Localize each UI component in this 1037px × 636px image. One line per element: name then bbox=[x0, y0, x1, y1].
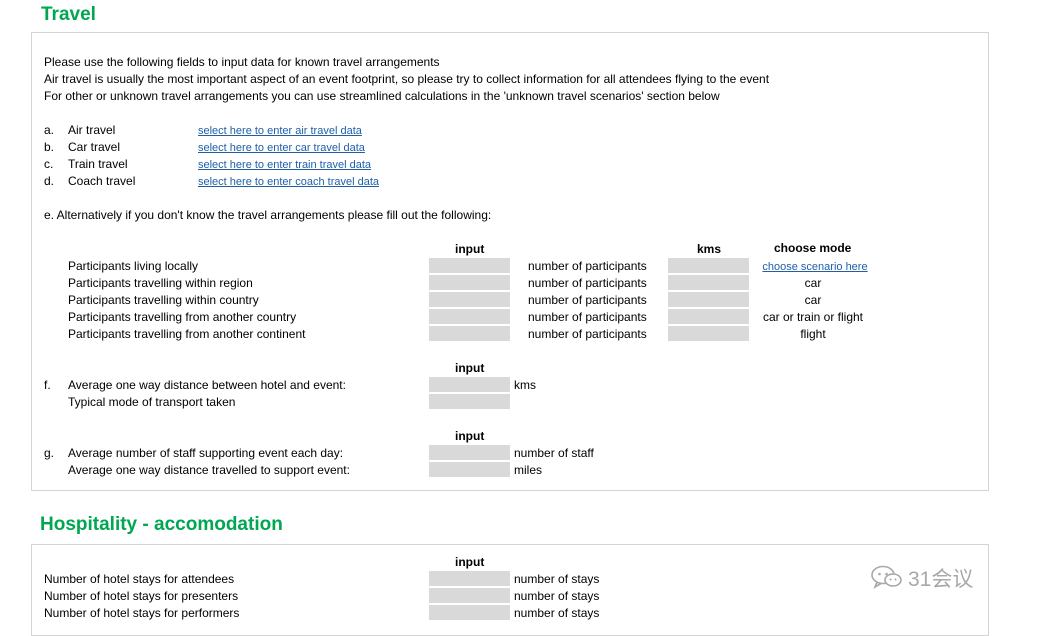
hotel-stays-performers-label: Number of hotel stays for performers bbox=[44, 606, 240, 620]
hotel-stays-performers-unit: number of stays bbox=[514, 606, 600, 620]
participants-other-continent-unit: number of participants bbox=[528, 327, 647, 341]
staff-distance-label: Average one way distance travelled to su… bbox=[68, 463, 350, 477]
hotel-stays-presenters-input[interactable] bbox=[429, 588, 510, 603]
participants-local-label: Participants living locally bbox=[68, 259, 199, 273]
choose-scenario-link[interactable]: choose scenario here bbox=[750, 259, 880, 275]
f-letter: f. bbox=[44, 378, 51, 392]
intro-line-2: Air travel is usually the most important… bbox=[44, 72, 770, 86]
coach-travel-link[interactable]: select here to enter coach travel data bbox=[198, 174, 379, 190]
hotel-distance-unit: kms bbox=[514, 378, 536, 392]
f-input-header: input bbox=[455, 361, 485, 375]
intro-line-3: For other or unknown travel arrangements… bbox=[44, 89, 720, 103]
participants-other-country-input[interactable] bbox=[429, 309, 510, 324]
participants-country-input[interactable] bbox=[429, 292, 510, 307]
hospitality-input-header: input bbox=[455, 555, 485, 569]
participants-other-continent-label: Participants travelling from another con… bbox=[68, 327, 306, 341]
known-label-coach: Coach travel bbox=[68, 174, 136, 188]
participants-local-kms[interactable] bbox=[668, 258, 749, 273]
watermark: 31会议 bbox=[870, 564, 973, 597]
known-letter-coach: d. bbox=[44, 174, 55, 188]
participants-other-country-label: Participants travelling from another cou… bbox=[68, 310, 297, 324]
hotel-stays-attendees-label: Number of hotel stays for attendees bbox=[44, 572, 235, 586]
known-label-air: Air travel bbox=[68, 123, 116, 137]
known-label-train: Train travel bbox=[68, 157, 128, 171]
watermark-text: 31会议 bbox=[908, 568, 974, 592]
staff-distance-input[interactable] bbox=[429, 462, 510, 477]
staff-count-input[interactable] bbox=[429, 445, 510, 460]
participants-other-continent-input[interactable] bbox=[429, 326, 510, 341]
alternative-instructions: e. Alternatively if you don't know the t… bbox=[44, 208, 492, 222]
participants-country-unit: number of participants bbox=[528, 293, 647, 307]
participants-region-label: Participants travelling within region bbox=[68, 276, 253, 290]
input-column-header: input bbox=[455, 242, 485, 256]
known-letter-car: b. bbox=[44, 140, 55, 154]
hotel-stays-presenters-unit: number of stays bbox=[514, 589, 600, 603]
participants-other-continent-kms[interactable] bbox=[668, 326, 749, 341]
known-letter-train: c. bbox=[44, 157, 54, 171]
hotel-distance-label: Average one way distance between hotel a… bbox=[68, 378, 346, 392]
air-travel-link[interactable]: select here to enter air travel data bbox=[198, 123, 362, 139]
participants-country-label: Participants travelling within country bbox=[68, 293, 259, 307]
staff-count-unit: number of staff bbox=[514, 446, 594, 460]
participants-other-country-kms[interactable] bbox=[668, 309, 749, 324]
participants-other-country-unit: number of participants bbox=[528, 310, 647, 324]
participants-region-input[interactable] bbox=[429, 275, 510, 290]
transport-mode-input[interactable] bbox=[429, 394, 510, 409]
participants-country-kms[interactable] bbox=[668, 292, 749, 307]
wechat-icon bbox=[870, 564, 904, 597]
hotel-stays-attendees-unit: number of stays bbox=[514, 572, 600, 586]
staff-count-label: Average number of staff supporting event… bbox=[68, 446, 344, 460]
transport-mode-label: Typical mode of transport taken bbox=[68, 395, 236, 409]
participants-region-kms[interactable] bbox=[668, 275, 749, 290]
participants-local-unit: number of participants bbox=[528, 259, 647, 273]
g-input-header: input bbox=[455, 429, 485, 443]
travel-section-title: Travel bbox=[41, 4, 96, 25]
hotel-stays-attendees-input[interactable] bbox=[429, 571, 510, 586]
hospitality-section-title: Hospitality - accomodation bbox=[40, 514, 283, 535]
participants-other-country-mode[interactable]: car or train or flight bbox=[748, 309, 878, 325]
participants-local-input[interactable] bbox=[429, 258, 510, 273]
participants-other-continent-mode[interactable]: flight bbox=[748, 326, 878, 342]
participants-region-mode[interactable]: car bbox=[748, 275, 878, 291]
hotel-stays-presenters-label: Number of hotel stays for presenters bbox=[44, 589, 239, 603]
train-travel-link[interactable]: select here to enter train travel data bbox=[198, 157, 371, 173]
known-letter-air: a. bbox=[44, 123, 55, 137]
mode-column-header: choose mode bbox=[774, 241, 852, 255]
intro-line-1: Please use the following fields to input… bbox=[44, 55, 440, 69]
kms-column-header: kms bbox=[697, 242, 722, 256]
known-label-car: Car travel bbox=[68, 140, 121, 154]
hotel-distance-input[interactable] bbox=[429, 377, 510, 392]
car-travel-link[interactable]: select here to enter car travel data bbox=[198, 140, 365, 156]
participants-region-unit: number of participants bbox=[528, 276, 647, 290]
staff-distance-unit: miles bbox=[514, 463, 543, 477]
g-letter: g. bbox=[44, 446, 55, 460]
participants-country-mode[interactable]: car bbox=[748, 292, 878, 308]
hotel-stays-performers-input[interactable] bbox=[429, 605, 510, 620]
